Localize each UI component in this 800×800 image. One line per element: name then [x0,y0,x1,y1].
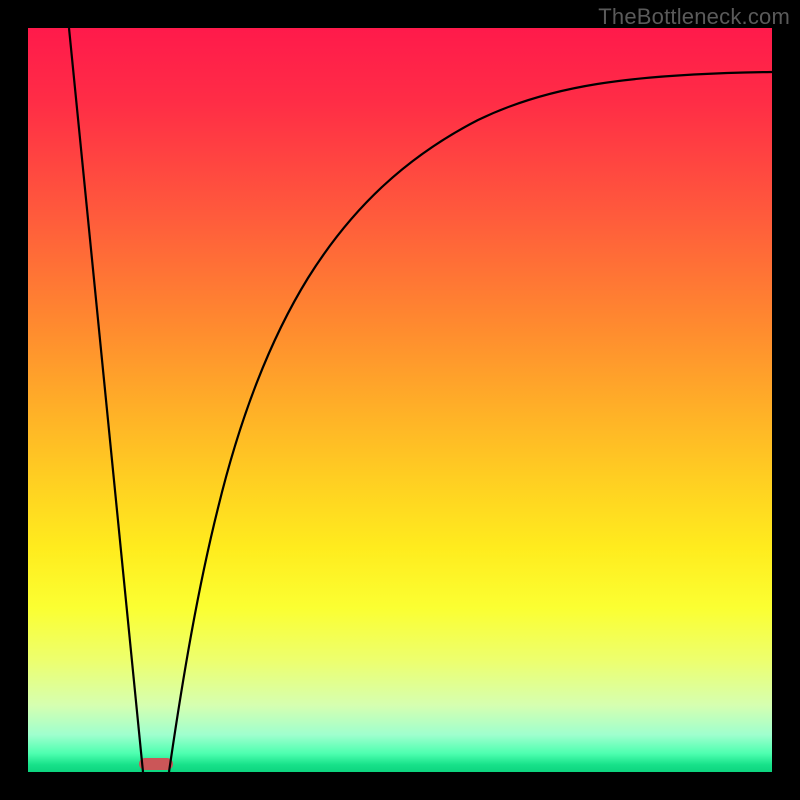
left-v-line [69,28,143,772]
curve-layer [28,28,772,772]
plot-area [28,28,772,772]
chart-frame: TheBottleneck.com [0,0,800,800]
watermark-text: TheBottleneck.com [598,4,790,30]
right-curve [169,72,772,772]
